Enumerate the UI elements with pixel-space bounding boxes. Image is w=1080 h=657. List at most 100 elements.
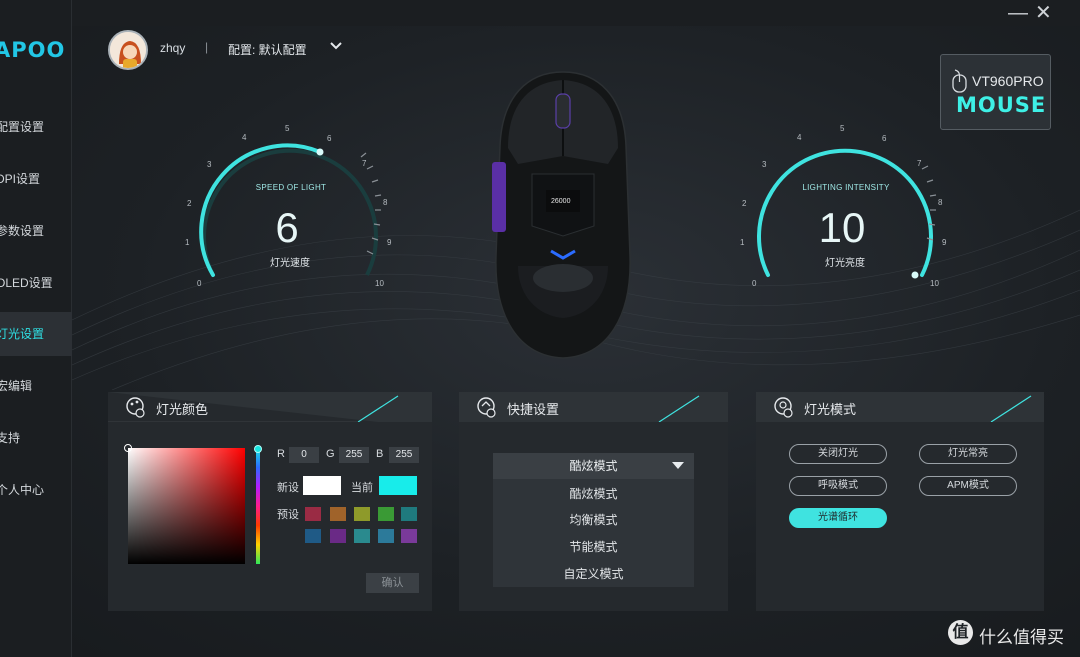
sidebar-item-profile-settings[interactable]: 配置设置 (0, 105, 72, 149)
mouse-icon (952, 69, 967, 93)
quick-mode-dropdown[interactable]: 酷炫模式 酷炫模式 均衡模式 节能模式 自定义模式 (493, 453, 694, 587)
dropdown-option[interactable]: 节能模式 (493, 534, 694, 560)
g-label: G (326, 448, 335, 460)
color-picker-handle[interactable] (124, 444, 132, 452)
dropdown-option[interactable]: 均衡模式 (493, 507, 694, 533)
b-label: B (376, 448, 384, 460)
dropdown-option[interactable]: 自定义模式 (493, 561, 694, 587)
r-label: R (277, 448, 285, 460)
mode-button-spectrum[interactable]: 光谱循环 (789, 508, 887, 528)
gauge-value: 6 (275, 204, 299, 251)
palette-icon (126, 397, 145, 418)
gauge-label: 灯光速度 (270, 258, 310, 269)
color-picker-field[interactable] (128, 448, 245, 564)
hue-slider[interactable] (256, 448, 260, 564)
tick-label: 6 (327, 134, 332, 143)
preset-swatch[interactable] (305, 529, 321, 543)
gauge-title: SPEED OF LIGHT (255, 183, 327, 192)
sidebar-item-parameter-settings[interactable]: 参数设置 (0, 209, 72, 253)
sidebar-item-lighting-settings[interactable]: 灯光设置 (0, 312, 72, 356)
title-bar (72, 0, 1080, 26)
preset-swatch[interactable] (354, 507, 370, 521)
dropdown-option[interactable]: 酷炫模式 (493, 481, 694, 507)
sidebar-item-label: 支持 (0, 431, 21, 445)
tick-label: 7 (362, 159, 367, 168)
panel-title: 灯光模式 (804, 402, 857, 417)
mouse-image: 26000 (492, 71, 631, 359)
tick-label: 3 (207, 160, 212, 169)
tick-label: 0 (752, 279, 757, 288)
tick-label: 4 (242, 133, 247, 142)
avatar-icon (110, 32, 146, 68)
tick-label: 9 (387, 238, 392, 247)
bulb-icon (774, 397, 793, 418)
tick-label: 9 (942, 238, 947, 247)
gauge-value: 10 (818, 204, 866, 251)
panel-header-decoration (756, 392, 1044, 422)
gauge-label: 灯光亮度 (825, 258, 865, 269)
minimize-button[interactable]: — (1008, 2, 1028, 24)
sidebar-item-dpi-settings[interactable]: DPI设置 (0, 157, 72, 201)
mode-button-breathing[interactable]: 呼吸模式 (789, 476, 887, 496)
preset-swatch[interactable] (401, 507, 417, 521)
sidebar-item-label: 参数设置 (0, 224, 45, 238)
g-input[interactable]: 255 (339, 447, 369, 463)
new-color-label: 新设 (277, 482, 299, 494)
sidebar-item-support[interactable]: 支持 (0, 416, 72, 460)
sidebar-item-macro-editor[interactable]: 宏编辑 (0, 364, 72, 408)
tick-label: 6 (882, 134, 887, 143)
preset-swatch[interactable] (305, 507, 321, 521)
sidebar-item-label: 配置设置 (0, 120, 45, 134)
dropdown-selected[interactable]: 酷炫模式 (493, 453, 694, 479)
mouse-screen-text: 26000 (551, 198, 571, 205)
r-input[interactable]: 0 (289, 447, 319, 463)
device-model: VT960PRO (972, 73, 1044, 89)
sidebar-item-label: OLED设置 (0, 276, 53, 290)
sidebar-item-personal-center[interactable]: 个人中心 (0, 468, 72, 512)
quick-settings-panel: 快捷设置 酷炫模式 酷炫模式 均衡模式 节能模式 自定义模式 (459, 392, 728, 611)
new-color-swatch (303, 476, 341, 495)
preset-swatch[interactable] (354, 529, 370, 543)
intensity-gauge[interactable]: 0 1 2 3 4 5 6 7 8 9 10 LIGHTING INTENSIT… (740, 120, 950, 295)
header-separator: | (205, 40, 209, 54)
sidebar-item-label: 个人中心 (0, 483, 45, 497)
preset-swatch[interactable] (330, 507, 346, 521)
sidebar-item-label: 灯光设置 (0, 327, 45, 341)
hue-slider-handle[interactable] (254, 445, 262, 453)
mode-button-off[interactable]: 关闭灯光 (789, 444, 887, 464)
preset-swatch[interactable] (378, 507, 394, 521)
panel-title: 灯光颜色 (156, 402, 209, 417)
b-input[interactable]: 255 (389, 447, 419, 463)
speed-gauge[interactable]: 0 1 2 3 4 5 6 7 8 9 10 SPEED OF LIGHT 6 … (185, 120, 395, 295)
preset-label: 预设 (277, 509, 299, 521)
preset-swatch[interactable] (378, 529, 394, 543)
preset-swatch[interactable] (401, 529, 417, 543)
mode-button-steady[interactable]: 灯光常亮 (919, 444, 1017, 464)
sidebar-item-oled-settings[interactable]: OLED设置 (0, 261, 72, 305)
sidebar-item-label: DPI设置 (0, 172, 41, 186)
watermark-icon: 值 (948, 620, 973, 645)
settings-icon (477, 397, 496, 418)
profile-selector-label[interactable]: 配置: 默认配置 (228, 41, 307, 58)
confirm-button[interactable]: 确认 (366, 573, 419, 593)
panel-header-decoration (459, 392, 728, 422)
chevron-down-icon[interactable] (328, 38, 344, 54)
preset-swatch[interactable] (330, 529, 346, 543)
tick-label: 10 (930, 279, 939, 288)
sidebar-item-label: 宏编辑 (0, 379, 33, 393)
close-button[interactable]: ✕ (1035, 2, 1052, 24)
tick-label: 7 (917, 159, 922, 168)
avatar[interactable] (108, 30, 148, 70)
light-color-panel: 灯光颜色 R 0 G 255 B 255 新设 当前 预设 确认 (108, 392, 432, 611)
tick-label: 4 (797, 133, 802, 142)
tick-label: 3 (762, 160, 767, 169)
triangle-down-icon (672, 462, 684, 469)
current-color-swatch (379, 476, 417, 495)
mode-button-apm[interactable]: APM模式 (919, 476, 1017, 496)
gauge-title: LIGHTING INTENSITY (802, 183, 890, 192)
username: zhqy (160, 41, 186, 55)
dropdown-selected-label: 酷炫模式 (569, 459, 618, 473)
brand-logo: APOO (0, 38, 66, 62)
watermark-text: 什么值得买 (979, 628, 1064, 647)
panel-title: 快捷设置 (507, 402, 560, 417)
